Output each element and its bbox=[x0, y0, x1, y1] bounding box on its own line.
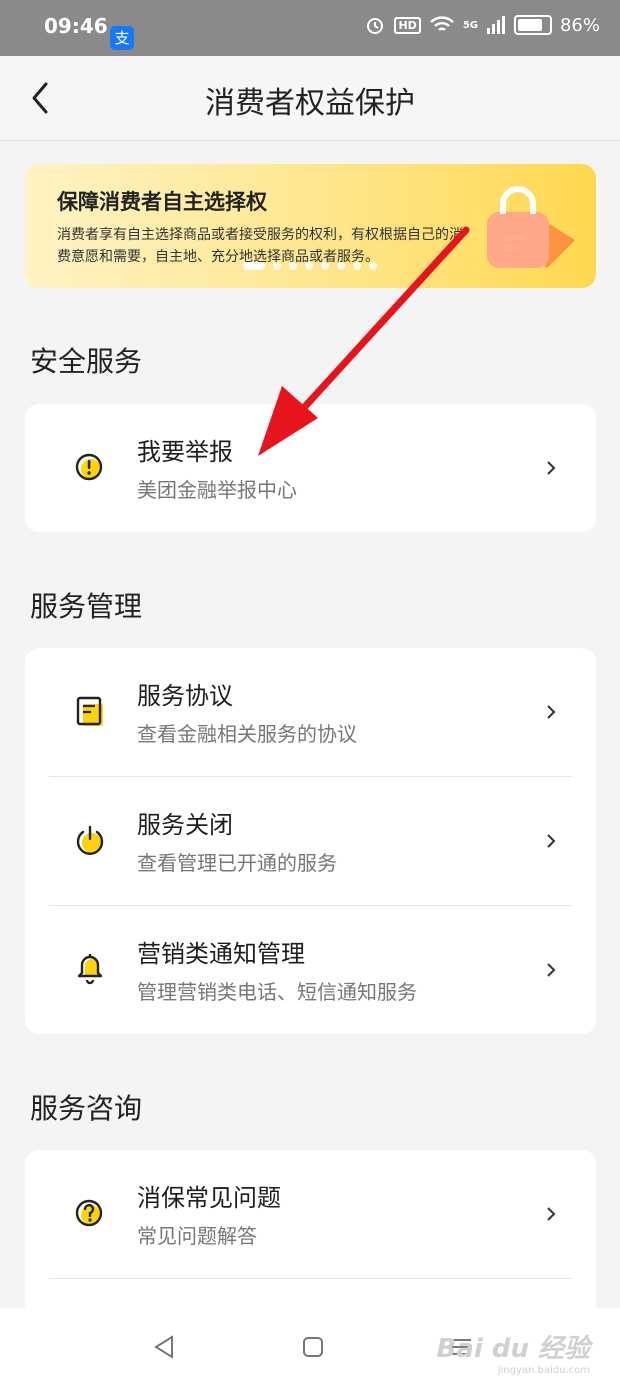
row-title: 服务协议 bbox=[137, 682, 233, 710]
battery-percent: 86% bbox=[559, 14, 600, 36]
section-heading-management: 服务管理 bbox=[30, 590, 143, 623]
list-item-service-close[interactable]: 服务关闭 查看管理已开通的服务 bbox=[25, 777, 596, 905]
banner-pagination bbox=[243, 262, 377, 270]
card-security: 我要举报 美团金融举报中心 bbox=[25, 404, 596, 532]
wifi-icon bbox=[429, 16, 454, 31]
system-nav-bar: Bai du 经验 jingyan.baidu.com bbox=[0, 1308, 620, 1386]
list-item-service-agreement[interactable]: 服务协议 查看金融相关服务的协议 bbox=[25, 648, 596, 776]
list-item-report[interactable]: 我要举报 美团金融举报中心 bbox=[25, 404, 596, 532]
banner-title: 保障消费者自主选择权 bbox=[57, 190, 267, 214]
card-management: 服务协议 查看金融相关服务的协议 服务关闭 查看管理已开通的服务 营销类通知管理… bbox=[25, 648, 596, 1034]
row-subtitle: 管理营销类电话、短信通知服务 bbox=[137, 980, 417, 1004]
signal-icon bbox=[486, 16, 505, 34]
document-icon bbox=[76, 696, 103, 726]
status-bar: 09:46 支 HD 5G 86% bbox=[0, 0, 620, 56]
row-subtitle: 查看管理已开通的服务 bbox=[137, 851, 337, 875]
row-title: 我要举报 bbox=[137, 438, 233, 466]
list-item-faq[interactable]: 消保常见问题 常见问题解答 bbox=[25, 1150, 596, 1278]
section-heading-consult: 服务咨询 bbox=[30, 1092, 143, 1125]
alarm-icon bbox=[367, 18, 384, 34]
chevron-right-icon bbox=[547, 461, 556, 475]
bell-icon bbox=[77, 954, 103, 985]
shopping-bag-icon bbox=[487, 186, 575, 268]
pagination-dot bbox=[353, 262, 361, 270]
pagination-dot bbox=[369, 262, 377, 270]
power-icon bbox=[76, 825, 104, 855]
pagination-dot bbox=[289, 262, 297, 270]
row-title: 消保常见问题 bbox=[137, 1184, 281, 1212]
nav-bar: 消费者权益保护 bbox=[0, 56, 620, 141]
hd-badge: HD bbox=[394, 16, 421, 34]
row-subtitle: 查看金融相关服务的协议 bbox=[137, 722, 357, 746]
chevron-right-icon bbox=[547, 834, 556, 848]
watermark-url: jingyan.baidu.com bbox=[497, 1365, 590, 1376]
battery-icon bbox=[513, 15, 552, 35]
question-icon bbox=[75, 1199, 103, 1227]
section-heading-security: 安全服务 bbox=[30, 345, 143, 378]
list-item-marketing-notifications[interactable]: 营销类通知管理 管理营销类电话、短信通知服务 bbox=[25, 906, 596, 1034]
pagination-dot bbox=[337, 262, 345, 270]
status-indicators: HD 5G 86% bbox=[364, 14, 600, 36]
watermark: Bai du 经验 jingyan.baidu.com bbox=[437, 1328, 591, 1376]
row-title: 营销类通知管理 bbox=[137, 940, 305, 968]
nav-home-icon[interactable] bbox=[298, 1332, 328, 1362]
row-subtitle: 美团金融举报中心 bbox=[137, 478, 297, 502]
pagination-dot-active bbox=[243, 262, 265, 270]
chevron-right-icon bbox=[547, 705, 556, 719]
chevron-right-icon bbox=[547, 1207, 556, 1221]
row-title: 服务关闭 bbox=[137, 811, 233, 839]
chevron-right-icon bbox=[547, 963, 556, 977]
row-subtitle: 常见问题解答 bbox=[137, 1224, 257, 1248]
page-title: 消费者权益保护 bbox=[205, 86, 415, 121]
pagination-dot bbox=[321, 262, 329, 270]
status-time: 09:46 bbox=[44, 14, 108, 38]
pagination-dot bbox=[273, 262, 281, 270]
pagination-dot bbox=[305, 262, 313, 270]
watermark-brand: Bai du 经验 bbox=[436, 1334, 591, 1364]
nav-back-icon[interactable] bbox=[150, 1332, 180, 1362]
network-type: 5G bbox=[462, 19, 478, 31]
divider bbox=[49, 1278, 572, 1279]
card-consult: 消保常见问题 常见问题解答 bbox=[25, 1150, 596, 1310]
promo-banner[interactable]: 保障消费者自主选择权 消费者享有自主选择商品或者接受服务的权利，有权根据自己的消… bbox=[25, 164, 596, 288]
alipay-notification-icon: 支 bbox=[110, 26, 134, 50]
alert-icon bbox=[75, 453, 103, 481]
